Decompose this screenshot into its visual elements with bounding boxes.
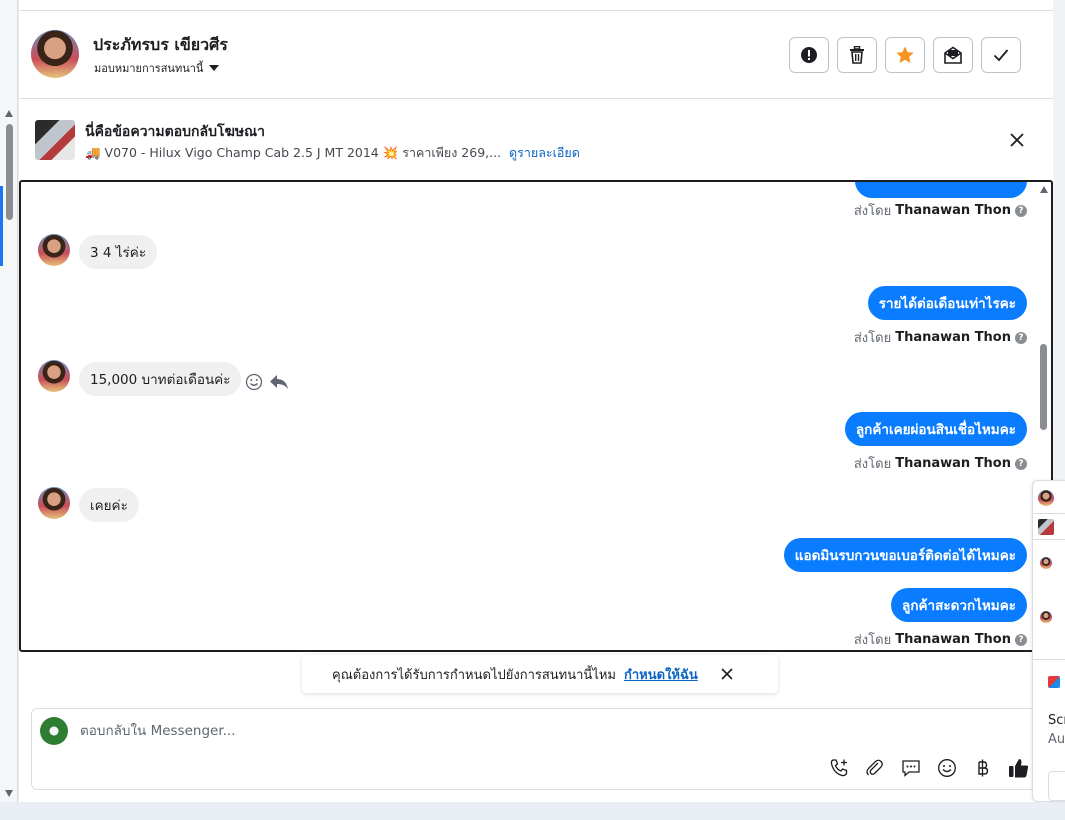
saved-replies-button[interactable] bbox=[900, 757, 922, 779]
paperclip-icon bbox=[866, 759, 883, 776]
incoming-message[interactable]: 15,000 บาทต่อเดือนค่ะ bbox=[79, 362, 242, 396]
scroll-up-arrow-icon[interactable] bbox=[1040, 186, 1048, 193]
help-icon[interactable]: ? bbox=[1015, 633, 1027, 646]
app-icon bbox=[1048, 676, 1060, 688]
window-edge bbox=[1053, 0, 1065, 480]
scroll-down-arrow-icon[interactable] bbox=[5, 790, 13, 797]
thumbnail-image bbox=[1038, 519, 1054, 535]
left-scrollbar[interactable] bbox=[0, 0, 18, 820]
incoming-message[interactable]: เคยค่ะ bbox=[79, 488, 139, 522]
incoming-message[interactable]: 3 4 ไร่ค่ะ bbox=[79, 235, 158, 269]
ad-description: 🚚 V070 - Hilux Vigo Champ Cab 2.5 J MT 2… bbox=[85, 145, 502, 160]
call-button[interactable] bbox=[828, 757, 850, 779]
popup-button[interactable] bbox=[1048, 771, 1065, 801]
contact-name[interactable]: ประภัทรบร เขียวศีร bbox=[93, 33, 228, 58]
chat-bubble-icon bbox=[902, 760, 920, 777]
thumbnail-avatar bbox=[1040, 611, 1052, 623]
active-indicator bbox=[0, 186, 3, 266]
window-bottom bbox=[0, 802, 1065, 820]
divider bbox=[1033, 539, 1065, 540]
thumbnail-avatar bbox=[1038, 490, 1054, 506]
contact-avatar-small bbox=[38, 360, 70, 392]
star-button[interactable] bbox=[885, 37, 925, 73]
ad-reply-bar: นี่คือข้อความตอบกลับโฆษณา 🚚 V070 - Hilux… bbox=[19, 100, 1053, 178]
scroll-up-arrow-icon[interactable] bbox=[5, 110, 13, 117]
agent-name: Thanawan Thon bbox=[895, 632, 1011, 647]
agent-name: Thanawan Thon bbox=[895, 456, 1011, 471]
sent-by-prefix: ส่งโดย bbox=[853, 331, 892, 346]
caret-down-icon bbox=[209, 65, 220, 71]
report-spam-button[interactable] bbox=[789, 37, 829, 73]
alert-icon bbox=[801, 47, 817, 63]
sent-by-label: ส่งโดย Thanawan Thon ? bbox=[854, 200, 1027, 221]
ad-title: นี่คือข้อความตอบกลับโฆษณา bbox=[85, 124, 265, 140]
sent-by-label: ส่งโดย Thanawan Thon ? bbox=[854, 453, 1027, 474]
message-thread[interactable]: ลูกค้าเคยทำเกษตรไหมคะ ส่งโดย Thanawan Th… bbox=[19, 180, 1053, 652]
composer-toolbar bbox=[828, 757, 1030, 779]
thumbs-up-icon bbox=[1009, 759, 1029, 778]
notice-text: คุณต้องการได้รับการกำหนดไปยังการสนทนานี้… bbox=[332, 667, 616, 683]
thumbnail-avatar bbox=[1040, 557, 1052, 569]
header-actions bbox=[789, 37, 1021, 73]
trash-icon bbox=[850, 46, 864, 64]
assign-notice: คุณต้องการได้รับการกำหนดไปยังการสนทนานี้… bbox=[302, 655, 778, 693]
sent-by-prefix: ส่งโดย bbox=[853, 204, 892, 219]
scroll-thumb[interactable] bbox=[6, 124, 13, 220]
outgoing-message-partial[interactable]: ลูกค้าเคยทำเกษตรไหมคะ bbox=[855, 182, 1027, 198]
sent-by-label: ส่งโดย Thanawan Thon ? bbox=[854, 629, 1027, 650]
help-icon[interactable]: ? bbox=[1015, 331, 1027, 344]
help-icon[interactable]: ? bbox=[1015, 204, 1027, 217]
outgoing-message[interactable]: รายได้ต่อเดือนเท่าไรคะ bbox=[867, 286, 1027, 320]
contact-avatar-small bbox=[38, 487, 70, 519]
conversation-header: ประภัทรบร เขียวศีร มอบหมายการสนทนานี้ bbox=[19, 11, 1053, 99]
help-icon[interactable]: ? bbox=[1015, 457, 1027, 470]
view-details-link[interactable]: ดูรายละเอียด bbox=[509, 145, 580, 160]
delete-button[interactable] bbox=[837, 37, 877, 73]
contact-avatar-small bbox=[38, 234, 70, 266]
sent-by-prefix: ส่งโดย bbox=[853, 457, 892, 472]
close-notice-button[interactable] bbox=[720, 667, 734, 681]
divider bbox=[1033, 513, 1065, 514]
agent-name: Thanawan Thon bbox=[895, 203, 1011, 218]
payment-button[interactable] bbox=[972, 757, 994, 779]
reply-composer bbox=[31, 708, 1039, 790]
agent-name: Thanawan Thon bbox=[895, 330, 1011, 345]
assign-to-me-link[interactable]: กำหนดให้ฉัน bbox=[624, 664, 698, 685]
checkmark-icon bbox=[993, 49, 1009, 62]
outgoing-message[interactable]: ลูกค้าเคยผ่อนสินเชื่อไหมคะ bbox=[844, 412, 1027, 446]
sent-by-prefix: ส่งโดย bbox=[853, 633, 892, 648]
sent-by-label: ส่งโดย Thanawan Thon ? bbox=[854, 327, 1027, 348]
outgoing-message[interactable]: แอดมินรบกวนขอเบอร์ติดต่อได้ไหมคะ bbox=[783, 538, 1027, 572]
divider bbox=[1033, 659, 1065, 660]
contact-avatar[interactable] bbox=[31, 30, 79, 78]
reply-icon[interactable] bbox=[269, 373, 289, 391]
scroll-thumb[interactable] bbox=[1040, 344, 1047, 430]
side-popup-panel: Scr Au bbox=[1032, 480, 1065, 802]
envelope-open-icon bbox=[944, 46, 962, 64]
ad-subtitle: 🚚 V070 - Hilux Vigo Champ Cab 2.5 J MT 2… bbox=[85, 143, 580, 163]
attach-button[interactable] bbox=[864, 757, 886, 779]
message-actions bbox=[245, 373, 289, 391]
conversation-panel: ประภัทรบร เขียวศีร มอบหมายการสนทนานี้ นี… bbox=[19, 0, 1053, 802]
reply-input[interactable] bbox=[80, 719, 980, 743]
page-avatar bbox=[40, 717, 68, 745]
like-button[interactable] bbox=[1008, 757, 1030, 779]
baht-icon bbox=[978, 759, 989, 777]
ad-thumbnail[interactable] bbox=[35, 120, 75, 160]
popup-subtext: Au bbox=[1048, 732, 1065, 747]
close-icon bbox=[721, 668, 733, 680]
mark-done-button[interactable] bbox=[981, 37, 1021, 73]
emoji-react-icon[interactable] bbox=[245, 373, 263, 391]
star-icon bbox=[896, 46, 914, 63]
assign-label: มอบหมายการสนทนานี้ bbox=[94, 62, 204, 75]
emoji-button[interactable] bbox=[936, 757, 958, 779]
assign-conversation-dropdown[interactable]: มอบหมายการสนทนานี้ bbox=[94, 59, 220, 77]
outgoing-message[interactable]: ลูกค้าสะดวกไหมคะ bbox=[891, 588, 1027, 622]
smiley-icon bbox=[938, 759, 956, 777]
mark-unread-button[interactable] bbox=[933, 37, 973, 73]
close-icon[interactable] bbox=[1007, 130, 1027, 150]
popup-text: Scr bbox=[1048, 713, 1065, 728]
phone-add-icon bbox=[830, 759, 848, 777]
